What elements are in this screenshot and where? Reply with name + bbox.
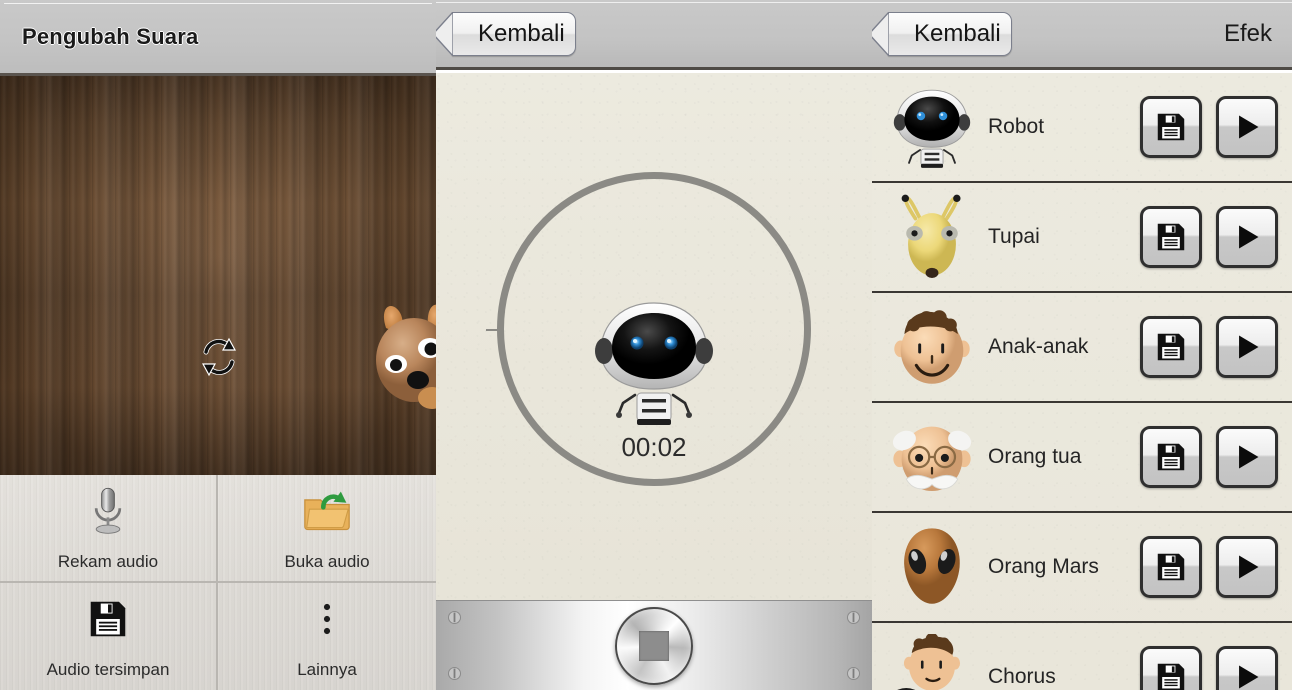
button-audio-tersimpan[interactable]: Audio tersimpan xyxy=(0,582,218,690)
effects-list[interactable]: Robot Tupai Anak-anak Orang tua Orang Ma… xyxy=(872,73,1292,690)
recording-progress-ring: 00:02 xyxy=(486,172,811,486)
play-triangle-icon xyxy=(1239,115,1259,139)
open-folder-icon xyxy=(303,484,351,538)
screw-icon xyxy=(847,611,860,624)
chorus-group-avatar xyxy=(880,631,984,690)
overflow-menu-icon xyxy=(321,592,333,646)
play-triangle-icon xyxy=(1239,445,1259,469)
robot-avatar xyxy=(579,289,729,439)
app-titlebar: Pengubah Suara xyxy=(0,0,436,76)
save-button[interactable] xyxy=(1140,96,1202,158)
save-button[interactable] xyxy=(1140,316,1202,378)
effect-label: Orang tua xyxy=(988,445,1082,468)
back-arrow-icon xyxy=(436,9,454,58)
app-title: Pengubah Suara xyxy=(22,23,199,49)
button-label: Buka audio xyxy=(284,551,370,571)
button-lainnya[interactable]: Lainnya xyxy=(218,583,436,690)
squirrel-character xyxy=(372,298,436,414)
effect-label: Anak-anak xyxy=(988,335,1089,358)
stop-record-button[interactable] xyxy=(615,606,693,685)
save-button[interactable] xyxy=(1140,426,1202,488)
progress-tick-marker xyxy=(486,329,502,331)
floppy-save-icon xyxy=(1157,223,1185,251)
list-item[interactable]: Orang Mars xyxy=(872,513,1292,623)
panel-main-screen: Pengubah Suara Rekam audio Buka audio Au… xyxy=(0,0,436,690)
effects-toolbar: Kembali Efek xyxy=(872,0,1292,70)
action-button-grid: Rekam audio Buka audio Audio tersimpan L… xyxy=(0,475,436,690)
alien-avatar xyxy=(880,521,984,613)
floppy-save-icon xyxy=(1157,553,1185,581)
back-arrow-icon xyxy=(872,9,890,58)
old-man-avatar xyxy=(880,411,984,503)
button-buka-audio[interactable]: Buka audio xyxy=(218,475,436,583)
effect-label: Chorus xyxy=(988,665,1056,688)
play-button[interactable] xyxy=(1216,206,1278,268)
play-button[interactable] xyxy=(1216,96,1278,158)
recorder-canvas: 00:02 xyxy=(436,73,872,690)
save-button[interactable] xyxy=(1140,536,1202,598)
panel-effects-screen: Kembali Efek Robot Tupai Anak-anak Orang… xyxy=(872,0,1292,690)
screw-icon xyxy=(847,667,860,680)
button-label: Lainnya xyxy=(297,660,357,680)
screw-icon xyxy=(448,667,461,680)
list-item[interactable]: Chorus xyxy=(872,623,1292,690)
button-label: Audio tersimpan xyxy=(46,660,170,680)
play-triangle-icon xyxy=(1239,335,1259,359)
page-title: Efek xyxy=(1223,19,1272,47)
recorder-control-bar xyxy=(436,600,872,690)
floppy-save-icon xyxy=(88,592,128,646)
effect-label: Tupai xyxy=(988,225,1040,248)
play-button[interactable] xyxy=(1216,536,1278,598)
floppy-save-icon xyxy=(1157,113,1185,141)
recording-timer: 00:02 xyxy=(621,432,687,462)
play-button[interactable] xyxy=(1216,646,1278,690)
list-item[interactable]: Orang tua xyxy=(872,403,1292,513)
play-button[interactable] xyxy=(1216,316,1278,378)
save-button[interactable] xyxy=(1140,206,1202,268)
list-item[interactable]: Robot xyxy=(872,73,1292,183)
button-rekam-audio[interactable]: Rekam audio xyxy=(0,475,218,583)
screw-icon xyxy=(448,611,461,624)
microphone-icon xyxy=(88,484,128,538)
play-triangle-icon xyxy=(1239,225,1259,249)
effect-label: Robot xyxy=(988,115,1045,138)
back-button-label: Kembali xyxy=(478,19,565,47)
list-item[interactable]: Anak-anak xyxy=(872,293,1292,403)
recorder-toolbar: Kembali xyxy=(436,0,872,70)
back-button-label: Kembali xyxy=(914,19,1001,47)
floppy-save-icon xyxy=(1157,663,1185,690)
squirrel-yellow-avatar xyxy=(880,191,984,283)
play-triangle-icon xyxy=(1239,665,1259,689)
child-face-avatar xyxy=(880,301,984,393)
button-label: Rekam audio xyxy=(57,551,159,571)
wood-backdrop xyxy=(0,76,436,475)
effect-label: Orang Mars xyxy=(988,555,1099,578)
floppy-save-icon xyxy=(1157,333,1185,361)
save-button[interactable] xyxy=(1140,646,1202,690)
list-item[interactable]: Tupai xyxy=(872,183,1292,293)
floppy-save-icon xyxy=(1157,443,1185,471)
back-button[interactable]: Kembali xyxy=(436,9,576,58)
screenshot-root: Pengubah Suara Rekam audio Buka audio Au… xyxy=(0,0,1292,690)
stop-square-icon xyxy=(639,630,669,661)
panel-recorder-screen: Kembali 00:02 xyxy=(436,0,872,690)
play-triangle-icon xyxy=(1239,555,1259,579)
back-button[interactable]: Kembali xyxy=(872,9,1012,58)
refresh-swap-icon[interactable] xyxy=(196,334,242,380)
play-button[interactable] xyxy=(1216,426,1278,488)
robot-avatar xyxy=(880,81,984,173)
